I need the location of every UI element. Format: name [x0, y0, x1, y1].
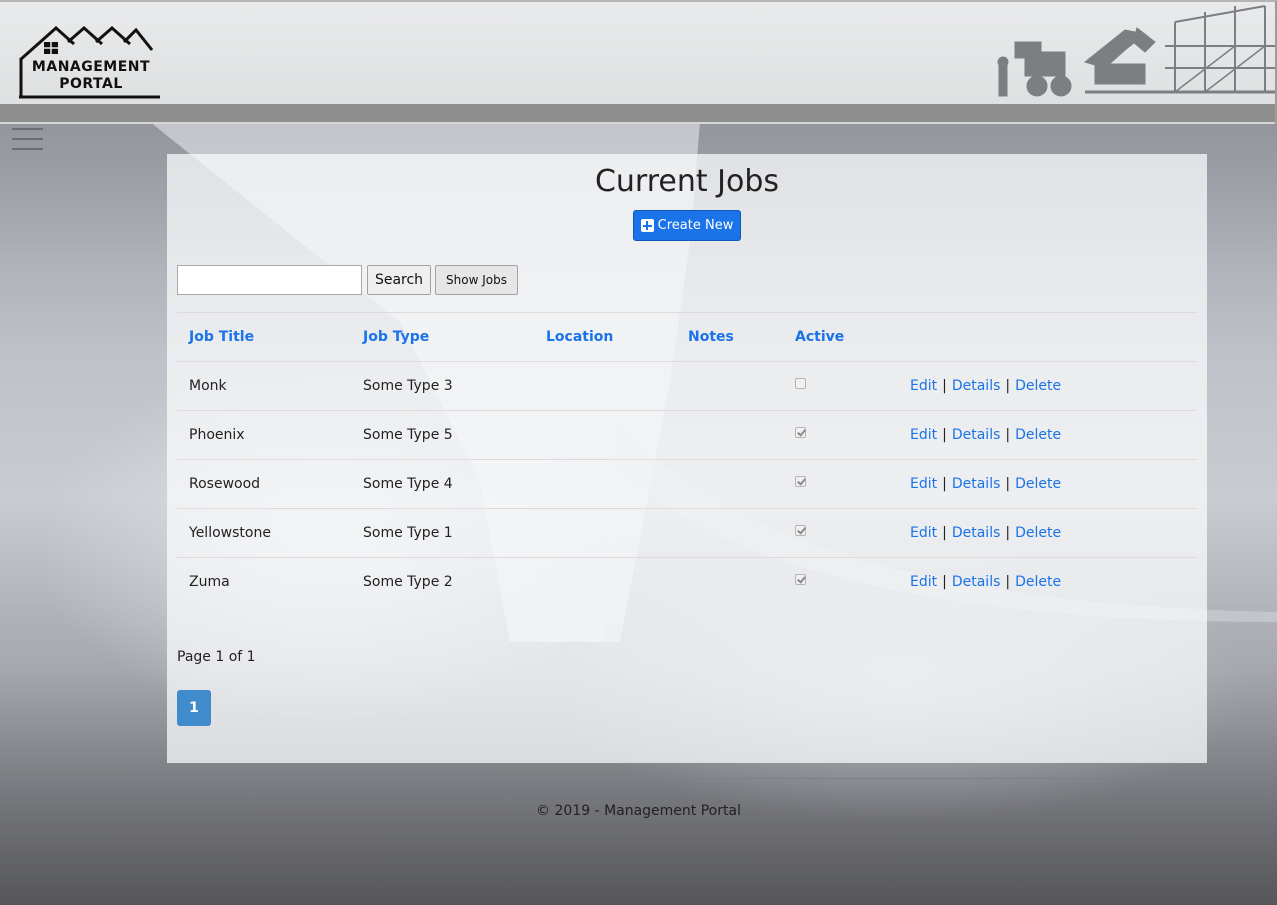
create-new-button[interactable]: Create New [633, 210, 741, 241]
cell-actions: Edit | Details | Delete [898, 508, 1197, 558]
edit-link[interactable]: Edit [910, 476, 937, 492]
active-checkbox [795, 525, 806, 536]
logo-line-2: PORTAL [59, 76, 123, 92]
table-row: Yellowstone Some Type 1 Edit | Details | Del… [177, 508, 1197, 558]
page-1-button[interactable]: 1 [177, 690, 211, 726]
details-link[interactable]: Details [952, 574, 1001, 590]
table-header-row: Job Title Job Type Location Notes Active [177, 312, 1197, 362]
col-header-active[interactable]: Active [783, 312, 898, 362]
cell-notes [676, 459, 783, 509]
jobs-table: Job Title Job Type Location Notes Active… [177, 312, 1197, 607]
table-row: Rosewood Some Type 4 Edit | Details | Delete [177, 459, 1197, 509]
active-checkbox [795, 378, 806, 389]
cell-job-type: Some Type 4 [351, 459, 534, 509]
site-header: MANAGEMENT PORTAL [0, 0, 1277, 124]
page-info: Page 1 of 1 [177, 649, 256, 665]
cell-active [783, 508, 898, 558]
cell-job-type: Some Type 2 [351, 557, 534, 607]
separator: | [942, 476, 947, 492]
separator: | [1005, 525, 1011, 541]
col-header-actions [898, 312, 1197, 362]
page-title: Current Jobs [594, 164, 780, 199]
col-header-notes[interactable]: Notes [676, 312, 783, 362]
cell-job-type: Some Type 3 [351, 361, 534, 411]
table-row: Phoenix Some Type 5 Edit | Details | Delete [177, 410, 1197, 460]
cell-job-title: Phoenix [177, 410, 351, 460]
details-link[interactable]: Details [952, 427, 1001, 443]
jobs-panel: Current Jobs Create New Search Show Jobs… [167, 154, 1207, 763]
plus-square-icon [640, 219, 654, 232]
cell-active [783, 410, 898, 460]
edit-link[interactable]: Edit [910, 427, 937, 443]
separator: | [942, 378, 947, 394]
cell-active [783, 459, 898, 509]
delete-link[interactable]: Delete [1015, 427, 1061, 443]
cell-location [534, 361, 676, 411]
delete-link[interactable]: Delete [1015, 525, 1061, 541]
cell-job-title: Monk [177, 361, 351, 411]
cell-location [534, 508, 676, 558]
hamburger-menu-icon[interactable] [12, 128, 44, 152]
details-link[interactable]: Details [952, 525, 1001, 541]
separator: | [942, 427, 947, 443]
cell-job-type: Some Type 5 [351, 410, 534, 460]
logo[interactable]: MANAGEMENT PORTAL [16, 20, 166, 102]
cell-active [783, 361, 898, 411]
header-bar [0, 104, 1275, 124]
cell-actions: Edit | Details | Delete [898, 557, 1197, 607]
cell-job-title: Rosewood [177, 459, 351, 509]
footer-divider [167, 778, 1207, 779]
delete-link[interactable]: Delete [1015, 574, 1061, 590]
search-input[interactable] [177, 265, 362, 295]
delete-link[interactable]: Delete [1015, 378, 1061, 394]
show-jobs-button[interactable]: Show Jobs [435, 265, 518, 295]
cell-location [534, 557, 676, 607]
cell-job-title: Zuma [177, 557, 351, 607]
cell-notes [676, 508, 783, 558]
cell-actions: Edit | Details | Delete [898, 410, 1197, 460]
separator: | [942, 574, 947, 591]
edit-link[interactable]: Edit [910, 574, 937, 590]
active-checkbox [795, 427, 806, 438]
separator: | [942, 525, 947, 541]
footer-copyright: © 2019 - Management Portal [536, 803, 741, 819]
separator: | [1005, 378, 1011, 394]
cell-actions: Edit | Details | Delete [898, 459, 1197, 509]
cell-actions: Edit | Details | Delete [898, 361, 1197, 411]
create-new-label: Create New [657, 218, 734, 233]
search-button[interactable]: Search [367, 265, 431, 295]
table-row: Zuma Some Type 2 Edit | Details | Delete [177, 557, 1197, 607]
col-header-job-type[interactable]: Job Type [351, 312, 534, 362]
cell-job-type: Some Type 1 [351, 508, 534, 558]
cell-location [534, 410, 676, 460]
delete-link[interactable]: Delete [1015, 476, 1061, 492]
logo-line-1: MANAGEMENT [31, 59, 151, 75]
construction-machines-icon [997, 5, 1275, 97]
cell-job-title: Yellowstone [177, 508, 351, 558]
col-header-location[interactable]: Location [534, 312, 676, 362]
table-row: Monk Some Type 3 Edit | Details | Delete [177, 361, 1197, 411]
separator: | [1005, 476, 1011, 492]
edit-link[interactable]: Edit [910, 525, 937, 541]
edit-link[interactable]: Edit [910, 378, 937, 394]
cell-notes [676, 361, 783, 411]
active-checkbox [795, 476, 806, 487]
cell-notes [676, 410, 783, 460]
active-checkbox [795, 574, 806, 586]
separator: | [1005, 427, 1011, 443]
details-link[interactable]: Details [952, 378, 1001, 394]
cell-notes [676, 557, 783, 607]
cell-location [534, 459, 676, 509]
details-link[interactable]: Details [952, 476, 1001, 492]
cell-active [783, 557, 898, 607]
col-header-job-title[interactable]: Job Title [177, 312, 351, 362]
separator: | [1005, 574, 1011, 591]
